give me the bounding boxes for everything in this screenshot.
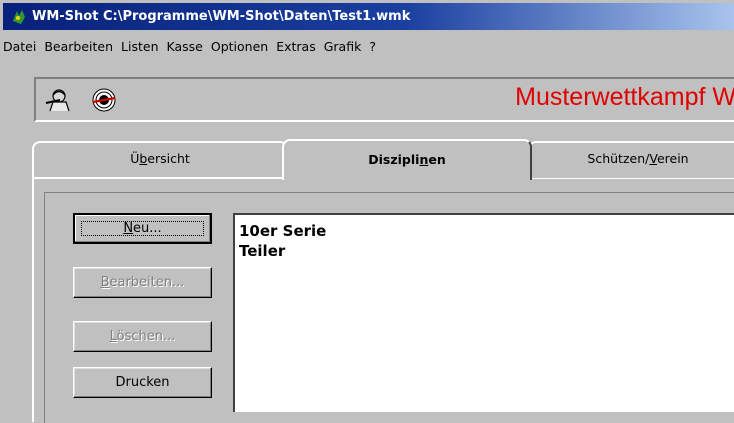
tab-disziplinen[interactable]: Disziplinen [282, 139, 532, 180]
new-button[interactable]: Neu... [73, 213, 212, 244]
menu-datei[interactable]: Datei [0, 39, 40, 54]
toolbar: Musterwettkampf W [34, 77, 734, 122]
menu-grafik[interactable]: Grafik [320, 39, 366, 54]
print-button[interactable]: Drucken [73, 367, 212, 398]
window-title: WM-Shot C:\Programme\WM-Shot\Daten\Test1… [32, 9, 411, 24]
menu-kasse[interactable]: Kasse [163, 39, 207, 54]
menu-help[interactable]: ? [365, 39, 380, 54]
menu-listen[interactable]: Listen [117, 39, 162, 54]
list-item[interactable]: Teiler [235, 241, 734, 261]
shooter-icon[interactable] [44, 87, 72, 113]
competition-banner: Musterwettkampf W [515, 83, 734, 111]
discipline-list[interactable]: 10er Serie Teiler [233, 213, 734, 412]
menu-optionen[interactable]: Optionen [207, 39, 272, 54]
target-icon[interactable] [90, 87, 118, 113]
menu-extras[interactable]: Extras [272, 39, 320, 54]
menu-bearbeiten[interactable]: Bearbeiten [40, 39, 117, 54]
tab-schuetzen-verein[interactable]: Schützen/Verein [528, 141, 734, 178]
focus-rectangle [81, 221, 204, 236]
menu-bar: Datei Bearbeiten Listen Kasse Optionen E… [0, 36, 734, 56]
title-bar[interactable]: WM-Shot C:\Programme\WM-Shot\Daten\Test1… [3, 3, 734, 30]
edit-button[interactable]: Bearbeiten... [73, 267, 212, 298]
delete-button[interactable]: Löschen... [73, 321, 212, 352]
tab-uebersicht[interactable]: Übersicht [32, 141, 288, 178]
app-logo-icon [13, 9, 25, 24]
list-item[interactable]: 10er Serie [235, 221, 734, 241]
